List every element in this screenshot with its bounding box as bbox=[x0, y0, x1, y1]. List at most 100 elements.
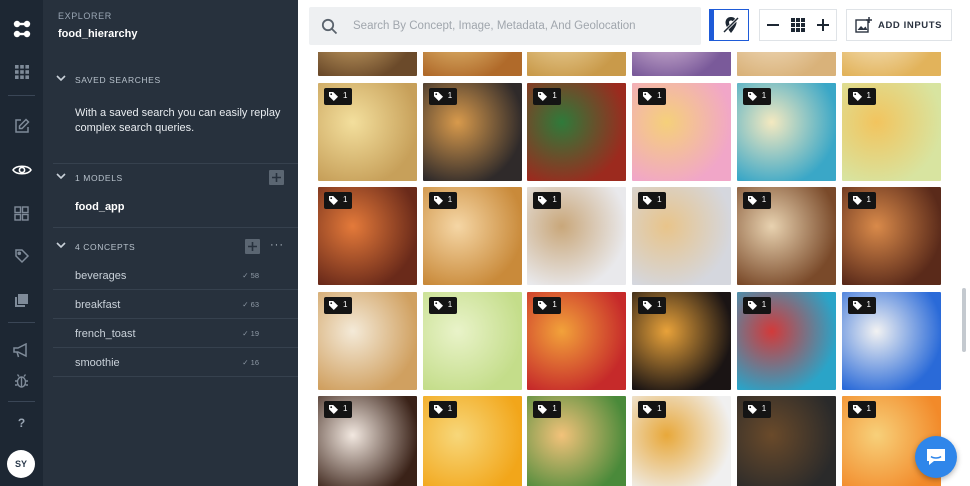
concept-item-smoothie[interactable]: smoothie ✓ 16 bbox=[53, 349, 298, 377]
concept-tag-badge[interactable]: 1 bbox=[428, 87, 457, 105]
tag-icon[interactable] bbox=[0, 241, 43, 271]
icon-rail: ? SY bbox=[0, 0, 43, 486]
tag-count: 1 bbox=[866, 299, 871, 309]
concept-tag-badge[interactable]: 1 bbox=[324, 192, 352, 209]
concept-tag-badge[interactable]: 1 bbox=[428, 192, 457, 209]
image-tile[interactable]: 1 bbox=[527, 291, 627, 390]
concept-tag-badge[interactable]: 1 bbox=[638, 87, 667, 105]
edit-icon[interactable] bbox=[0, 111, 43, 141]
rail-divider bbox=[8, 95, 35, 96]
tag-icon bbox=[329, 300, 338, 310]
saved-searches-header[interactable]: SAVED SEARCHES bbox=[43, 69, 298, 91]
image-tile[interactable]: 1 bbox=[422, 396, 522, 486]
image-tile[interactable]: 1 bbox=[632, 396, 732, 486]
add-concept-button[interactable] bbox=[245, 239, 260, 254]
scrollbar-thumb[interactable] bbox=[962, 288, 966, 352]
tag-count: 1 bbox=[447, 195, 453, 204]
image-tile[interactable]: 1 bbox=[736, 291, 836, 390]
concept-tag-badge[interactable]: 1 bbox=[847, 296, 876, 314]
tag-count: 1 bbox=[343, 195, 348, 204]
concept-count: ✓ 58 bbox=[242, 271, 259, 280]
concept-tag-badge[interactable]: 1 bbox=[638, 192, 667, 209]
image-tile[interactable]: 1 bbox=[841, 291, 941, 390]
concept-tag-badge[interactable]: 1 bbox=[324, 296, 352, 314]
geolocation-toggle-button[interactable] bbox=[709, 9, 749, 41]
concept-tag-badge[interactable]: 1 bbox=[742, 87, 771, 105]
tag-icon bbox=[538, 405, 548, 414]
concept-tag-badge[interactable]: 1 bbox=[847, 401, 876, 418]
help-icon[interactable]: ? bbox=[0, 408, 43, 438]
models-header[interactable]: 1 MODELS bbox=[43, 167, 298, 189]
plus-icon bbox=[248, 242, 257, 251]
concept-tag-badge[interactable]: 1 bbox=[533, 192, 562, 209]
saved-searches-info: With a saved search you can easily repla… bbox=[75, 107, 281, 134]
image-tile[interactable]: 1 bbox=[841, 82, 941, 181]
grid-view-button[interactable] bbox=[785, 10, 810, 40]
model-item-food-app[interactable]: food_app bbox=[75, 201, 125, 213]
image-tile[interactable]: 1 bbox=[736, 82, 836, 181]
search-input[interactable] bbox=[353, 16, 683, 36]
plus-icon bbox=[272, 173, 281, 182]
megaphone-icon[interactable] bbox=[0, 335, 43, 365]
apps-grid-icon[interactable] bbox=[0, 57, 43, 87]
image-tile[interactable]: 1 bbox=[422, 291, 522, 390]
image-tile[interactable]: 1 bbox=[527, 82, 627, 181]
image-tile[interactable]: 1 bbox=[527, 396, 627, 486]
image-tile[interactable]: 1 bbox=[318, 82, 417, 181]
tag-count: 1 bbox=[761, 195, 767, 204]
concepts-header[interactable]: 4 CONCEPTS ··· bbox=[43, 236, 298, 258]
concept-tag-badge[interactable]: 1 bbox=[533, 296, 562, 314]
concept-tag-badge[interactable]: 1 bbox=[324, 87, 352, 105]
concept-tag-badge[interactable]: 1 bbox=[638, 296, 667, 314]
tag-icon bbox=[329, 91, 338, 101]
add-model-button[interactable] bbox=[269, 170, 284, 185]
toolbar: ADD INPUTS bbox=[298, 0, 970, 52]
tag-count: 1 bbox=[447, 404, 453, 413]
image-tile[interactable]: 1 bbox=[318, 291, 417, 390]
image-tile[interactable]: 1 bbox=[422, 187, 522, 285]
concept-tag-badge[interactable]: 1 bbox=[742, 296, 771, 314]
bug-icon[interactable] bbox=[0, 366, 43, 396]
tag-icon bbox=[329, 196, 338, 205]
concept-tag-badge[interactable]: 1 bbox=[742, 401, 771, 418]
image-tile[interactable]: 1 bbox=[527, 187, 627, 285]
concept-tag-badge[interactable]: 1 bbox=[847, 192, 876, 209]
image-tile[interactable]: 1 bbox=[318, 396, 417, 486]
tag-icon bbox=[433, 405, 443, 414]
image-tile[interactable]: 1 bbox=[736, 187, 836, 285]
eye-icon[interactable] bbox=[0, 155, 43, 185]
zoom-in-button[interactable] bbox=[811, 10, 836, 40]
collections-icon[interactable] bbox=[0, 285, 43, 315]
search-icon[interactable] bbox=[317, 14, 341, 38]
concepts-more-button[interactable]: ··· bbox=[270, 239, 284, 251]
image-tile[interactable]: 1 bbox=[318, 187, 417, 285]
image-tile[interactable]: 1 bbox=[736, 396, 836, 486]
concept-item-beverages[interactable]: beverages ✓ 58 bbox=[53, 262, 298, 290]
tag-icon bbox=[329, 405, 338, 414]
concept-tag-badge[interactable]: 1 bbox=[533, 401, 562, 418]
concept-item-french-toast[interactable]: french_toast ✓ 19 bbox=[53, 320, 298, 348]
image-tile[interactable]: 1 bbox=[632, 82, 732, 181]
tag-icon bbox=[538, 91, 548, 101]
avatar[interactable]: SY bbox=[7, 450, 35, 478]
concept-tag-badge[interactable]: 1 bbox=[428, 401, 457, 418]
concept-tag-badge[interactable]: 1 bbox=[847, 87, 876, 105]
concept-tag-badge[interactable]: 1 bbox=[324, 401, 352, 418]
image-tile[interactable]: 1 bbox=[841, 187, 941, 285]
concept-tag-badge[interactable]: 1 bbox=[742, 192, 771, 209]
concept-tag-badge[interactable]: 1 bbox=[533, 87, 562, 105]
image-tile[interactable]: 1 bbox=[632, 187, 732, 285]
logo-icon[interactable] bbox=[0, 14, 43, 44]
image-tile[interactable]: 1 bbox=[422, 82, 522, 181]
add-inputs-button[interactable]: ADD INPUTS bbox=[846, 9, 952, 41]
tag-count: 1 bbox=[447, 299, 453, 309]
zoom-out-button[interactable] bbox=[760, 10, 785, 40]
concept-tag-badge[interactable]: 1 bbox=[638, 401, 667, 418]
concept-tag-badge[interactable]: 1 bbox=[428, 296, 457, 314]
models-label: 1 MODELS bbox=[75, 173, 123, 183]
image-tile[interactable]: 1 bbox=[632, 291, 732, 390]
chat-button[interactable] bbox=[915, 436, 957, 478]
dashboard-icon[interactable] bbox=[0, 198, 43, 228]
concept-item-breakfast[interactable]: breakfast ✓ 63 bbox=[53, 291, 298, 319]
grid-size-controls bbox=[759, 9, 837, 41]
